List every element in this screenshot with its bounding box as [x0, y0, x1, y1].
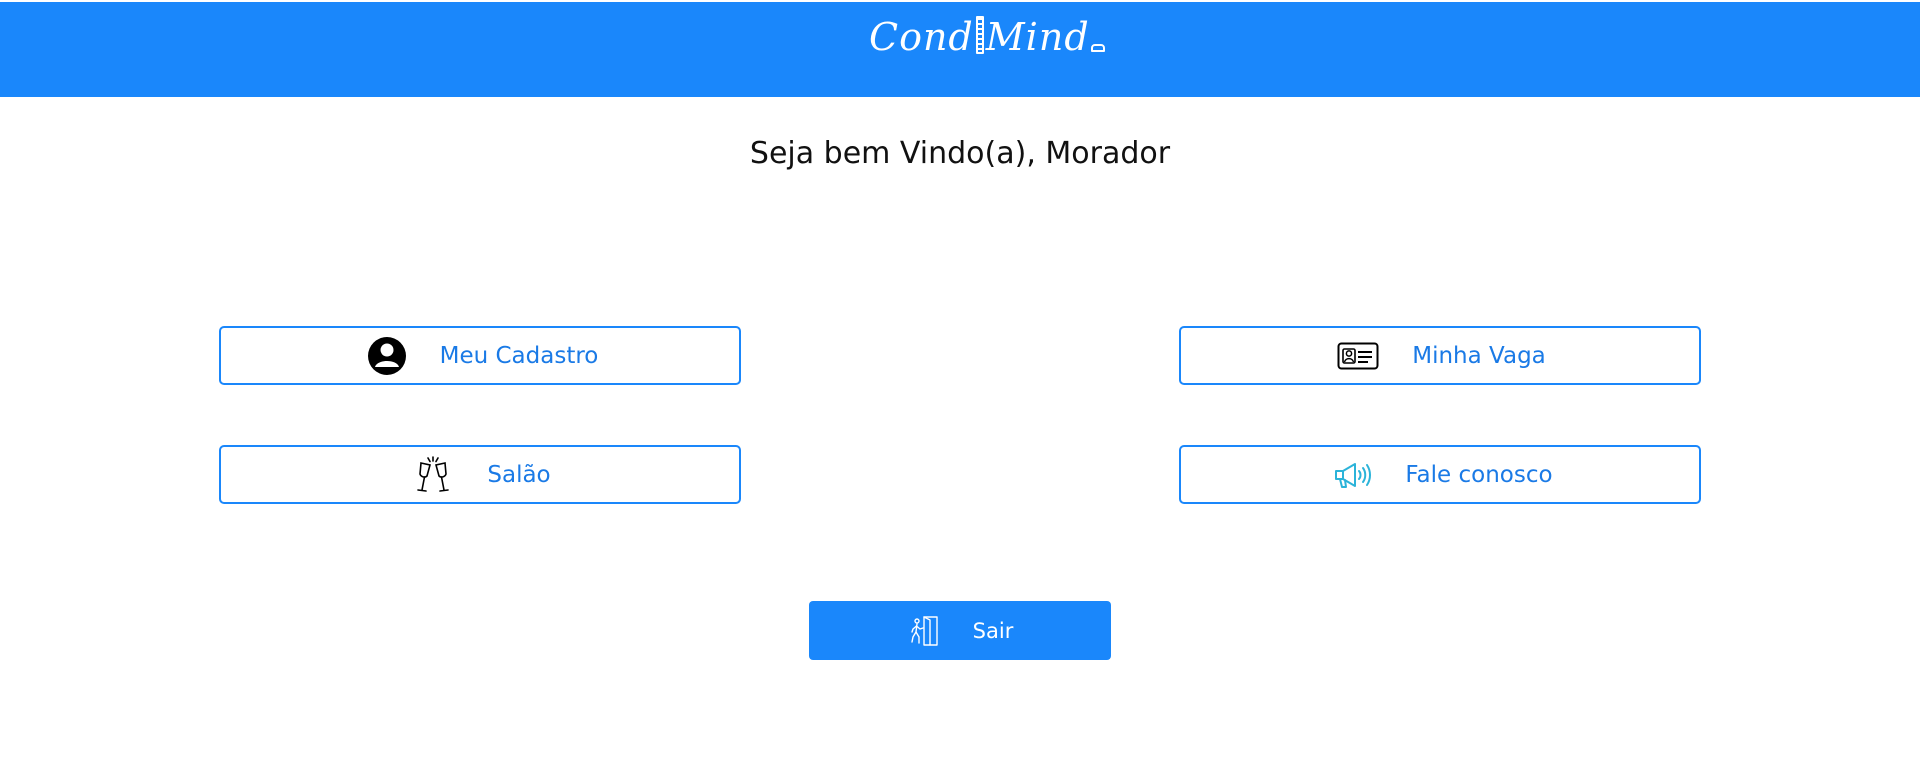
exit-door-icon: [909, 615, 941, 647]
car-icon: [1090, 44, 1105, 52]
top-header: Cond Min d: [0, 2, 1920, 97]
id-card-icon: [1337, 341, 1379, 371]
fale-conosco-button[interactable]: Fale conosco: [1179, 445, 1701, 504]
condmind-logo[interactable]: Cond Min d: [869, 14, 1105, 60]
minha-vaga-label: Minha Vaga: [1412, 342, 1546, 369]
meu-cadastro-button[interactable]: Meu Cadastro: [219, 326, 741, 385]
salao-label: Salão: [487, 461, 551, 488]
minha-vaga-button[interactable]: Minha Vaga: [1179, 326, 1701, 385]
building-icon: [975, 16, 984, 54]
welcome-heading: Seja bem Vindo(a), Morador: [749, 136, 1171, 171]
user-avatar-icon: [367, 336, 407, 376]
logo-text-d: d: [1064, 15, 1090, 59]
logo-text-cond: Cond: [869, 15, 974, 59]
salao-button[interactable]: Salão: [219, 445, 741, 504]
sair-label: Sair: [972, 618, 1014, 643]
sair-button[interactable]: Sair: [809, 601, 1111, 660]
meu-cadastro-label: Meu Cadastro: [439, 342, 599, 369]
megaphone-icon: [1333, 459, 1373, 491]
logo-text-min: Min: [985, 15, 1065, 59]
page: Cond Min d Seja bem Vindo(a), Morador Me…: [0, 0, 1920, 761]
fale-conosco-label: Fale conosco: [1405, 461, 1553, 488]
champagne-glasses-icon: [415, 454, 451, 496]
